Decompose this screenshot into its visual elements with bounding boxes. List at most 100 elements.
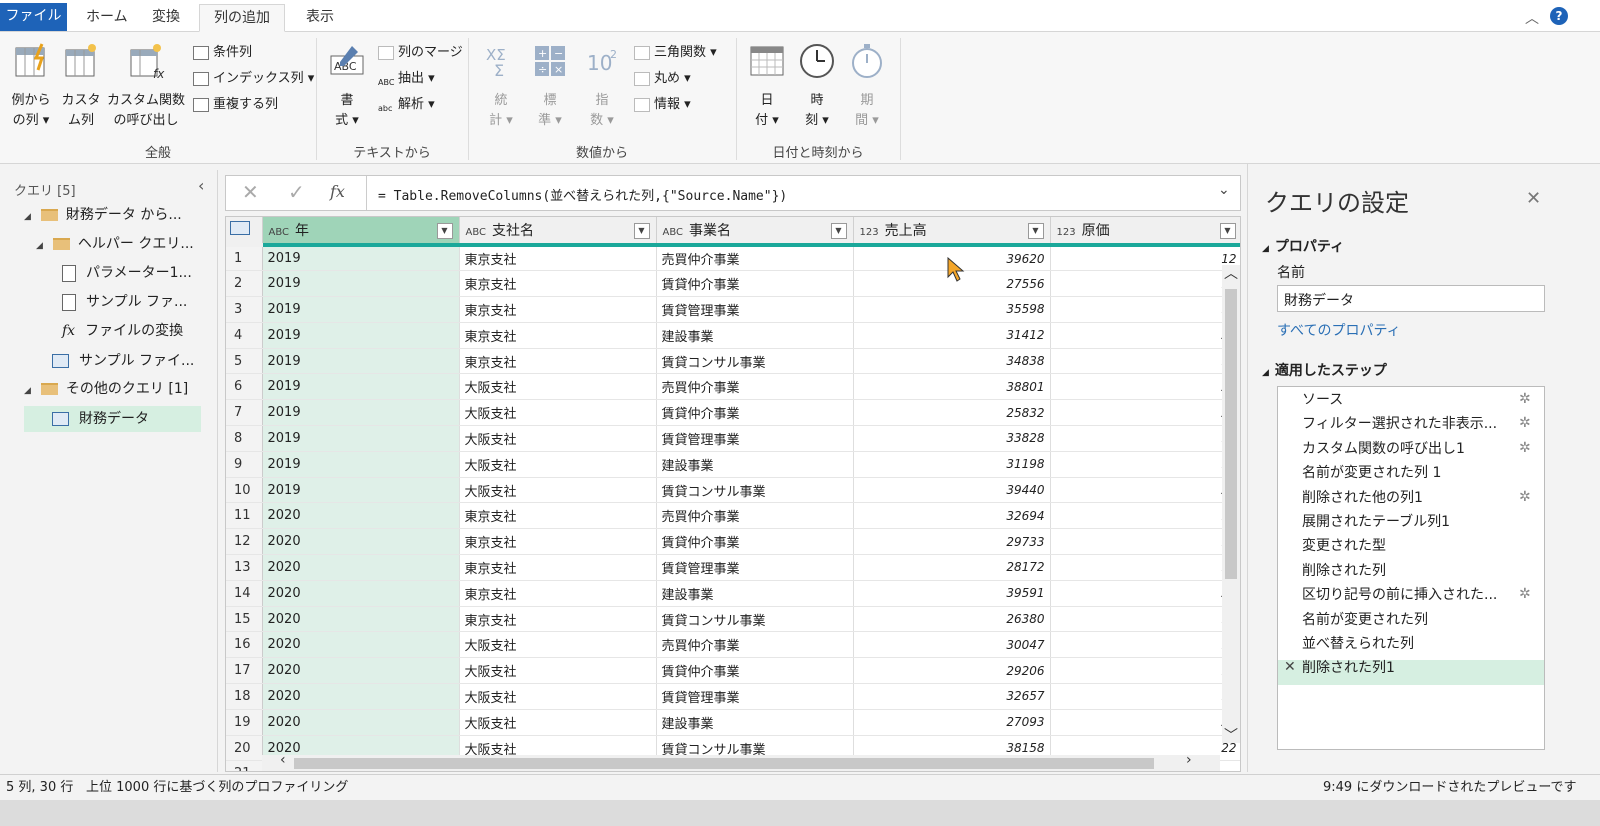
trigonometry-button[interactable]: 三角関数 ▾ bbox=[634, 42, 717, 64]
step-settings-gear-icon[interactable]: ✲ bbox=[1519, 415, 1531, 431]
table-cell[interactable]: 2020 bbox=[262, 528, 460, 556]
table-cell[interactable]: 賃貸仲介事業 bbox=[656, 657, 854, 685]
table-cell[interactable]: 大阪支社 bbox=[459, 631, 657, 659]
scroll-right-icon[interactable]: › bbox=[1186, 752, 1192, 768]
table-cell[interactable]: 賃貸仲介事業 bbox=[656, 399, 854, 427]
applied-step[interactable]: 区切り記号の前に挿入された... bbox=[1302, 583, 1497, 608]
table-cell[interactable]: 東京支社 bbox=[459, 296, 657, 323]
applied-step[interactable]: ソース bbox=[1302, 388, 1343, 413]
table-cell[interactable]: 23 bbox=[1050, 322, 1240, 349]
table-cell[interactable]: 建設事業 bbox=[656, 322, 854, 349]
statistics-button[interactable]: XΣ Σ 統 計 ▾ bbox=[480, 42, 522, 131]
cancel-icon[interactable]: ✕ bbox=[242, 180, 259, 204]
table-cell[interactable]: 26380 bbox=[853, 606, 1051, 633]
applied-step[interactable]: 名前が変更された列 1 bbox=[1302, 461, 1441, 486]
table-cell[interactable]: 19 bbox=[1050, 296, 1240, 323]
table-cell[interactable]: 2020 bbox=[262, 554, 460, 581]
table-cell[interactable]: 34838 bbox=[853, 348, 1051, 375]
query-folder[interactable]: ◢ 財務データ から... bbox=[24, 202, 182, 228]
table-cell[interactable]: 2019 bbox=[262, 399, 460, 427]
column-header[interactable]: 123 売上高 ▼ bbox=[853, 217, 1051, 247]
table-cell[interactable]: 大阪支社 bbox=[459, 373, 657, 401]
table-cell[interactable]: 賃貸管理事業 bbox=[656, 425, 854, 452]
table-cell[interactable]: 東京支社 bbox=[459, 606, 657, 633]
step-settings-gear-icon[interactable]: ✲ bbox=[1519, 391, 1531, 407]
table-cell[interactable]: 22 bbox=[1050, 399, 1240, 427]
query-item-selected[interactable]: 財務データ bbox=[24, 406, 201, 432]
table-cell[interactable]: 2019 bbox=[262, 373, 460, 401]
table-cell[interactable]: 2020 bbox=[262, 580, 460, 607]
table-cell[interactable]: 21 bbox=[1050, 477, 1240, 504]
table-cell[interactable]: 39440 bbox=[853, 477, 1051, 504]
standard-button[interactable]: + − ÷ × 標 準 ▾ bbox=[528, 42, 572, 131]
applied-steps-header[interactable]: ◢ 適用したステップ bbox=[1262, 360, 1387, 380]
table-cell[interactable]: 11 bbox=[1050, 348, 1240, 375]
table-cell[interactable]: 18 bbox=[1050, 425, 1240, 452]
extract-button[interactable]: ABC 抽出 ▾ bbox=[378, 68, 435, 90]
formula-input[interactable]: = Table.RemoveColumns(並べ替えられた列,{"Source.… bbox=[378, 185, 787, 204]
table-cell[interactable]: 33828 bbox=[853, 425, 1051, 452]
expand-icon[interactable]: ◢ bbox=[36, 233, 43, 259]
table-cell[interactable]: 大阪支社 bbox=[459, 657, 657, 685]
help-icon[interactable]: ? bbox=[1550, 7, 1568, 25]
table-cell[interactable]: 2019 bbox=[262, 477, 460, 504]
table-cell[interactable]: 23 bbox=[1050, 373, 1240, 401]
name-input[interactable]: 財務データ bbox=[1277, 285, 1545, 312]
applied-step[interactable]: 削除された他の列1 bbox=[1302, 486, 1423, 511]
table-cell[interactable]: 2020 bbox=[262, 683, 460, 710]
query-item[interactable]: fx ファイルの変換 bbox=[62, 318, 183, 344]
query-folder[interactable]: ◢ ヘルパー クエリ... bbox=[36, 231, 194, 257]
table-cell[interactable]: 13 bbox=[1050, 657, 1240, 685]
table-cell[interactable]: 32657 bbox=[853, 683, 1051, 710]
table-cell[interactable]: 賃貸コンサル事業 bbox=[656, 606, 854, 633]
table-cell[interactable]: 29206 bbox=[853, 657, 1051, 685]
table-cell[interactable]: 35598 bbox=[853, 296, 1051, 323]
table-cell[interactable]: 15 bbox=[1050, 554, 1240, 581]
profiling-mode[interactable]: 上位 1000 行に基づく列のプロファイリング bbox=[86, 775, 348, 801]
table-cell[interactable]: 39591 bbox=[853, 580, 1051, 607]
query-folder[interactable]: ◢ その他のクエリ [1] bbox=[24, 376, 188, 402]
table-cell[interactable]: 2020 bbox=[262, 657, 460, 685]
table-cell[interactable]: 2019 bbox=[262, 322, 460, 349]
filter-dropdown-icon[interactable]: ▼ bbox=[633, 223, 650, 239]
column-type-icon[interactable]: 123 bbox=[860, 227, 879, 238]
scroll-left-icon[interactable]: ‹ bbox=[280, 752, 286, 768]
column-header[interactable]: 123 原価 ▼ bbox=[1050, 217, 1240, 247]
table-cell[interactable]: 2019 bbox=[262, 451, 460, 478]
query-item[interactable]: サンプル ファイ... bbox=[52, 348, 194, 374]
column-header[interactable]: ABC 支社名 ▼ bbox=[459, 217, 657, 247]
table-cell[interactable]: 23 bbox=[1050, 709, 1240, 736]
table-cell[interactable]: 17 bbox=[1050, 451, 1240, 478]
table-cell[interactable]: 2019 bbox=[262, 245, 460, 272]
table-cell[interactable]: 2019 bbox=[262, 348, 460, 375]
duration-button[interactable]: 期 間 ▾ bbox=[846, 42, 888, 131]
scrollbar-thumb[interactable] bbox=[294, 758, 1154, 769]
table-cell[interactable]: 2019 bbox=[262, 425, 460, 452]
table-cell[interactable]: 2019 bbox=[262, 270, 460, 298]
all-properties-link[interactable]: すべてのプロパティ bbox=[1277, 320, 1401, 340]
query-item[interactable]: パラメーター1... bbox=[62, 260, 192, 286]
table-cell[interactable]: 売買仲介事業 bbox=[656, 245, 854, 272]
table-cell[interactable]: 12 bbox=[1050, 245, 1240, 272]
fx-icon[interactable]: fx bbox=[330, 182, 345, 201]
table-cell[interactable]: 東京支社 bbox=[459, 270, 657, 298]
conditional-column-button[interactable]: 条件列 bbox=[193, 42, 252, 64]
table-cell[interactable]: 大阪支社 bbox=[459, 451, 657, 478]
parse-button[interactable]: abc 解析 ▾ bbox=[378, 94, 435, 116]
column-header[interactable]: ABC 年 ▼ bbox=[262, 217, 460, 247]
column-header[interactable]: ABC 事業名 ▼ bbox=[656, 217, 854, 247]
table-cell[interactable]: 建設事業 bbox=[656, 580, 854, 607]
table-cell[interactable]: 2020 bbox=[262, 631, 460, 659]
table-cell[interactable]: 大阪支社 bbox=[459, 425, 657, 452]
table-cell[interactable]: 東京支社 bbox=[459, 502, 657, 530]
table-cell[interactable]: 大阪支社 bbox=[459, 399, 657, 427]
tab-view[interactable]: 表示 bbox=[292, 4, 348, 32]
scroll-up-icon[interactable]: ︿ bbox=[1224, 263, 1238, 283]
format-button[interactable]: ABC 書 式 ▾ bbox=[326, 42, 368, 131]
table-cell[interactable]: 売買仲介事業 bbox=[656, 631, 854, 659]
table-cell[interactable]: 19 bbox=[1050, 606, 1240, 633]
table-cell[interactable]: 東京支社 bbox=[459, 322, 657, 349]
delete-step-icon[interactable]: ✕ bbox=[1284, 659, 1296, 675]
index-column-button[interactable]: インデックス列 ▾ bbox=[193, 68, 314, 90]
table-menu-icon[interactable] bbox=[226, 217, 263, 247]
